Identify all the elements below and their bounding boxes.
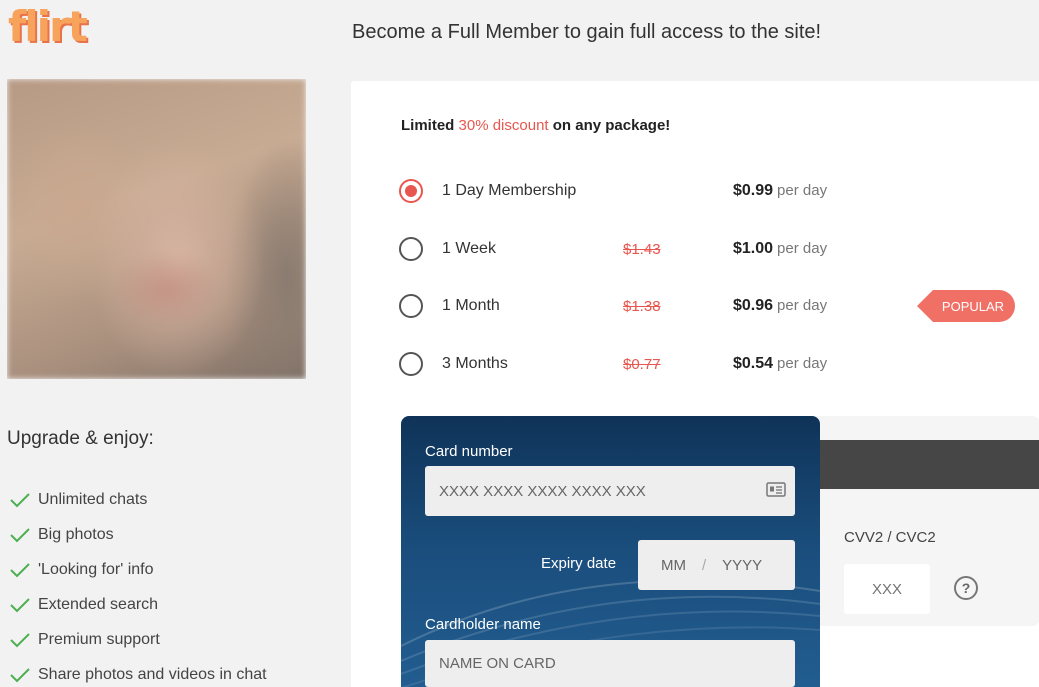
feature-label: Share photos and videos in chat: [38, 665, 267, 683]
plan-old-price: $1.38: [623, 297, 661, 315]
feature-label: Premium support: [38, 630, 160, 648]
feature-list: Unlimited chats Big photos 'Looking for'…: [9, 482, 267, 687]
plan-price: $0.99 per day: [733, 182, 828, 199]
check-icon: [10, 667, 30, 682]
plan-old-price: $1.43: [623, 240, 661, 258]
plan-radio[interactable]: [399, 237, 423, 261]
plan-name: 3 Months: [442, 355, 508, 372]
cardholder-name-input[interactable]: [425, 640, 795, 687]
feature-item: Share photos and videos in chat: [9, 657, 267, 687]
plan-option-1-week[interactable]: 1 Week $1.43 $1.00 per day: [399, 234, 1039, 264]
feature-label: 'Looking for' info: [38, 560, 154, 578]
plan-radio[interactable]: [399, 179, 423, 203]
expiry-month[interactable]: MM: [661, 557, 686, 574]
feature-label: Unlimited chats: [38, 490, 148, 508]
plan-old-price: $0.77: [623, 355, 661, 373]
popular-badge: POPULAR: [917, 290, 1015, 322]
upgrade-title: Upgrade & enjoy:: [7, 428, 154, 449]
check-icon: [10, 597, 30, 612]
cvv-label: CVV2 / CVC2: [844, 529, 936, 546]
plan-option-1-day[interactable]: 1 Day Membership $0.99 per day: [399, 176, 1039, 206]
profile-photo: [7, 79, 306, 379]
check-icon: [10, 632, 30, 647]
page-headline: Become a Full Member to gain full access…: [352, 21, 822, 43]
feature-item: Premium support: [9, 622, 267, 657]
check-icon: [10, 527, 30, 542]
feature-item: Unlimited chats: [9, 482, 267, 517]
check-icon: [10, 562, 30, 577]
feature-item: Extended search: [9, 587, 267, 622]
discount-prefix: Limited: [401, 117, 455, 134]
discount-banner: Limited 30% discount on any package!: [401, 117, 670, 134]
expiry-date-field[interactable]: MM / YYYY: [638, 540, 795, 590]
feature-label: Big photos: [38, 525, 114, 543]
flirt-logo[interactable]: flirt: [8, 6, 88, 48]
expiry-label: Expiry date: [541, 555, 617, 572]
discount-suffix: on any package!: [552, 117, 671, 134]
plan-price: $0.96 per day: [733, 297, 828, 314]
feature-label: Extended search: [38, 595, 159, 613]
plan-radio[interactable]: [399, 294, 423, 318]
magnetic-stripe: [790, 440, 1039, 489]
card-number-label: Card number: [425, 443, 513, 460]
plan-price: $1.00 per day: [733, 240, 828, 257]
feature-item: Big photos: [9, 517, 267, 552]
id-card-icon: [766, 482, 786, 497]
plan-name: 1 Day Membership: [442, 182, 577, 199]
feature-item: 'Looking for' info: [9, 552, 267, 587]
discount-highlight: 30% discount: [458, 117, 549, 134]
cvv-input[interactable]: [844, 564, 930, 614]
plan-option-3-months[interactable]: 3 Months $0.77 $0.54 per day: [399, 349, 1039, 379]
plan-name: 1 Week: [442, 240, 496, 257]
check-icon: [10, 492, 30, 507]
expiry-separator: /: [702, 556, 707, 574]
question-circle-icon[interactable]: ?: [954, 576, 978, 600]
cardholder-label: Cardholder name: [425, 616, 541, 633]
expiry-year[interactable]: YYYY: [722, 557, 762, 574]
card-number-input[interactable]: [425, 466, 795, 516]
plan-radio[interactable]: [399, 352, 423, 376]
plan-price: $0.54 per day: [733, 355, 828, 372]
plan-name: 1 Month: [442, 297, 500, 314]
